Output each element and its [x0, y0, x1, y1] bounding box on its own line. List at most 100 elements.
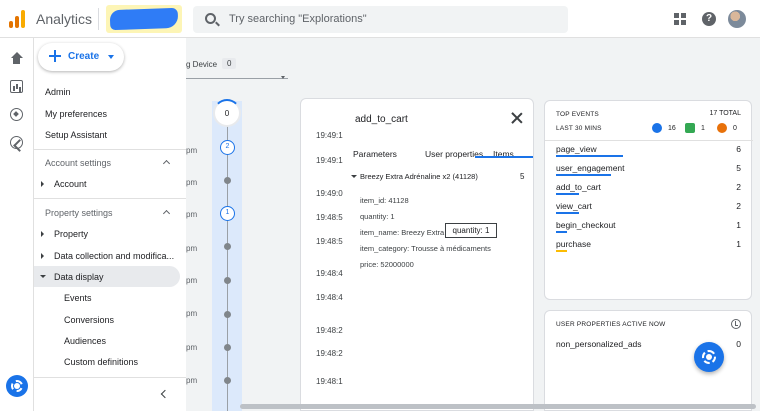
top-event-bar	[556, 231, 567, 233]
event-title: add_to_cart	[355, 114, 408, 125]
user-property-name[interactable]: non_personalized_ads	[556, 339, 642, 349]
history-icon[interactable]	[731, 319, 741, 329]
section-property-settings[interactable]: Property settings	[45, 208, 113, 218]
reports-icon[interactable]	[10, 80, 23, 93]
top-event-bar	[556, 212, 579, 214]
horizontal-scrollbar[interactable]	[240, 404, 756, 409]
user-property-count: 0	[736, 339, 741, 349]
menu-divider	[34, 149, 186, 150]
close-icon[interactable]	[511, 112, 523, 124]
event-time: 19:48:4	[316, 269, 343, 278]
timeline-time: pm	[186, 244, 198, 253]
top-event-name[interactable]: user_engagement	[556, 163, 625, 173]
timeline-summary-ring[interactable]: 0	[213, 99, 241, 127]
item-header[interactable]: Breezy Extra Adrénaline x2 (41128)	[360, 172, 478, 181]
timeline-dot[interactable]	[224, 277, 231, 284]
item-count: 5	[520, 172, 525, 181]
avatar[interactable]	[728, 10, 746, 28]
timeline-time: pm	[186, 276, 198, 285]
expand-arrow-icon[interactable]	[41, 231, 44, 237]
menu-subitem-audiences[interactable]: Audiences	[64, 336, 106, 346]
timeline-node[interactable]: 1	[220, 206, 235, 221]
account-selector[interactable]	[106, 5, 182, 33]
analytics-logo-icon[interactable]	[9, 10, 25, 28]
timeline-dot[interactable]	[224, 243, 231, 250]
menu-item-account[interactable]: Account	[54, 179, 87, 189]
tab-parameters[interactable]: Parameters	[353, 149, 397, 159]
device-select-underline[interactable]	[186, 78, 288, 79]
error-badge-icon	[717, 123, 727, 133]
timeline-line	[227, 123, 228, 411]
admin-settings-icon[interactable]	[6, 375, 28, 397]
chevron-up-icon[interactable]	[162, 159, 171, 168]
top-event-count: 2	[736, 201, 741, 211]
timeline-dot[interactable]	[224, 311, 231, 318]
menu-item-property[interactable]: Property	[54, 229, 88, 239]
search-input[interactable]: Try searching "Explorations"	[229, 13, 367, 25]
menu-subitem-events[interactable]: Events	[64, 293, 92, 303]
home-icon[interactable]	[10, 52, 23, 65]
advertising-icon[interactable]	[10, 136, 23, 149]
menu-item-my-preferences[interactable]: My preferences	[45, 109, 107, 119]
timeline-node[interactable]: 2	[220, 140, 235, 155]
param-quantity: quantity: 1	[360, 212, 395, 221]
timeline-dot[interactable]	[224, 377, 231, 384]
explore-icon[interactable]	[10, 108, 23, 121]
floating-settings-icon[interactable]	[694, 342, 724, 372]
menu-item-admin[interactable]: Admin	[45, 87, 71, 97]
menu-divider	[34, 198, 186, 199]
event-time: 19:49:0	[316, 189, 343, 198]
event-time: 19:49:1	[316, 131, 343, 140]
param-item-name: item_name: Breezy Extra	[360, 228, 445, 237]
help-icon[interactable]: ?	[702, 12, 716, 26]
event-time: 19:48:5	[316, 237, 343, 246]
param-item-category: item_category: Trousse à médicaments	[360, 244, 491, 253]
create-button[interactable]: Create	[38, 43, 124, 71]
top-event-name[interactable]: begin_checkout	[556, 220, 616, 230]
redacted-account-name	[109, 7, 179, 31]
event-time: 19:48:4	[316, 293, 343, 302]
menu-subitem-custom-definitions[interactable]: Custom definitions	[64, 357, 138, 367]
error-badge-count: 0	[733, 125, 737, 132]
section-account-settings[interactable]: Account settings	[45, 158, 111, 168]
quantity-tooltip: quantity: 1	[445, 223, 497, 238]
menu-item-setup-assistant[interactable]: Setup Assistant	[45, 130, 107, 140]
menu-item-data-display[interactable]: Data display	[54, 272, 104, 282]
top-events-subtitle: LAST 30 MINS	[556, 125, 602, 132]
top-event-name[interactable]: view_cart	[556, 201, 592, 211]
expand-arrow-icon[interactable]	[41, 181, 44, 187]
device-label: g Device	[186, 60, 218, 69]
app-title: Analytics	[36, 11, 93, 27]
top-events-title: TOP EVENTS	[556, 111, 599, 118]
top-event-name[interactable]: page_view	[556, 144, 597, 154]
expand-arrow-icon[interactable]	[41, 253, 44, 259]
conversion-badge-count: 1	[701, 125, 705, 132]
top-event-bar	[556, 250, 567, 252]
menu-divider	[34, 377, 186, 378]
search-bar[interactable]: Try searching "Explorations"	[193, 6, 568, 33]
timeline-dot[interactable]	[224, 344, 231, 351]
tab-items-indicator	[475, 156, 533, 158]
top-event-bar	[556, 174, 611, 176]
top-event-name[interactable]: purchase	[556, 239, 591, 249]
apps-grid-icon[interactable]	[674, 13, 686, 25]
search-icon	[205, 13, 216, 24]
top-event-count: 6	[736, 144, 741, 154]
chevron-left-icon[interactable]	[160, 389, 170, 399]
menu-subitem-conversions[interactable]: Conversions	[64, 315, 114, 325]
top-event-name[interactable]: add_to_cart	[556, 182, 601, 192]
chevron-up-icon[interactable]	[162, 209, 171, 218]
top-event-bar	[556, 193, 579, 195]
caret-down-icon[interactable]	[281, 76, 285, 79]
device-count-badge: 0	[222, 58, 237, 69]
event-time: 19:48:5	[316, 213, 343, 222]
param-price: price: 52000000	[360, 260, 414, 269]
top-event-count: 2	[736, 182, 741, 192]
caret-down-icon[interactable]	[351, 175, 357, 178]
event-time: 19:49:1	[316, 156, 343, 165]
timeline-time: pm	[186, 343, 198, 352]
menu-item-data-collection[interactable]: Data collection and modifica...	[54, 251, 174, 261]
left-nav-rail	[0, 38, 34, 411]
collapse-arrow-icon[interactable]	[40, 275, 46, 278]
timeline-dot[interactable]	[224, 177, 231, 184]
